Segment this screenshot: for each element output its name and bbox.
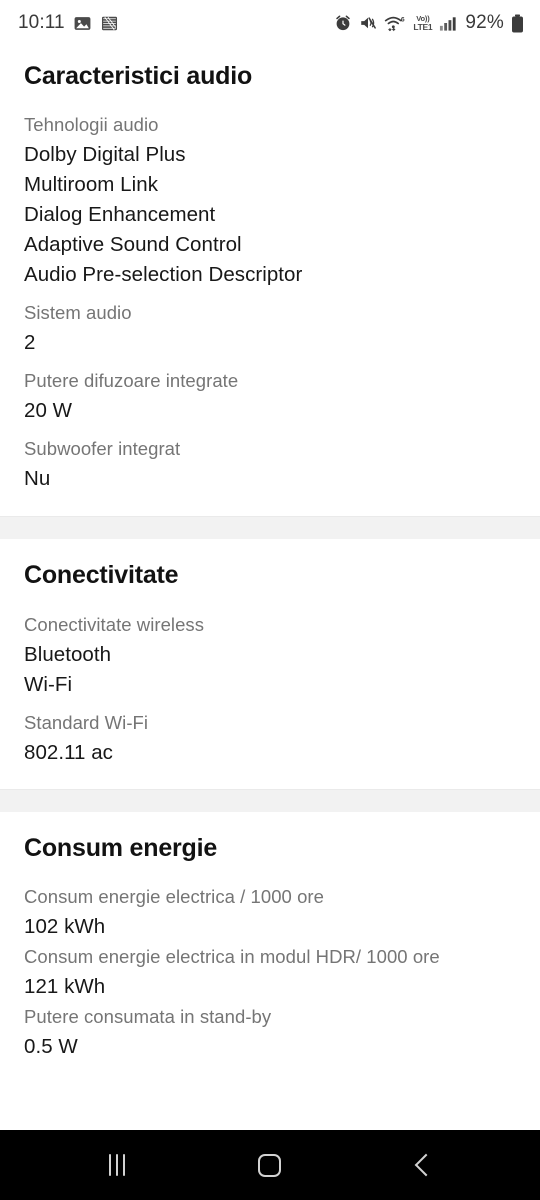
alarm-icon — [334, 14, 352, 32]
spec-value: 20 W — [24, 399, 73, 422]
spec-row: Standard Wi-Fi 802.11 ac — [24, 708, 516, 768]
section-divider — [0, 516, 540, 539]
spec-value: Bluetooth — [24, 643, 112, 666]
recents-icon — [108, 1154, 125, 1176]
spec-row: Tehnologii audio Dolby Digital Plus Mult… — [24, 110, 516, 290]
volte-bottom-text: LTE1 — [413, 21, 433, 32]
section-title: Caracteristici audio — [24, 62, 253, 90]
spec-label: Putere difuzoare integrate — [24, 370, 239, 391]
spec-value: Multiroom Link — [24, 173, 158, 196]
spec-value: Adaptive Sound Control — [24, 233, 242, 256]
spec-label: Putere consumata in stand-by — [24, 1006, 272, 1027]
spec-label: Sistem audio — [24, 302, 132, 323]
status-bar-right: 6 Vo)) LTE1 92% — [334, 12, 524, 34]
app-notification-icon — [100, 14, 119, 33]
spec-row: Sistem audio 2 — [24, 298, 516, 358]
spec-row: Conectivitate wireless Bluetooth Wi-Fi — [24, 610, 516, 700]
section-caracteristici-audio: Caracteristici audio Tehnologii audio Do… — [0, 46, 540, 516]
spec-value: Audio Pre-selection Descriptor — [24, 263, 303, 286]
home-button[interactable] — [230, 1130, 310, 1200]
android-navigation-bar — [0, 1130, 540, 1200]
spec-label: Conectivitate wireless — [24, 614, 205, 635]
spec-value: 802.11 ac — [24, 741, 113, 764]
spec-row: Consum energie electrica / 1000 ore 102 … — [24, 882, 516, 942]
battery-icon — [511, 14, 524, 33]
section-conectivitate: Conectivitate Conectivitate wireless Blu… — [0, 539, 540, 789]
section-title: Conectivitate — [24, 561, 179, 589]
spec-value: Wi-Fi — [24, 673, 73, 696]
photo-gallery-icon — [73, 14, 92, 33]
spec-sheet-content[interactable]: Caracteristici audio Tehnologii audio Do… — [0, 46, 540, 1130]
spec-label: Consum energie electrica in modul HDR/ 1… — [24, 946, 440, 967]
spec-list: Tehnologii audio Dolby Digital Plus Mult… — [0, 91, 540, 494]
home-icon — [258, 1153, 282, 1177]
wifi-6-icon: 6 — [384, 14, 406, 32]
spec-row: Putere consumata in stand-by 0.5 W — [24, 1002, 516, 1062]
clock-time: 10:11 — [18, 12, 65, 33]
sound-mute-vibrate-icon — [359, 14, 377, 32]
spec-value: Dolby Digital Plus — [24, 143, 186, 166]
spec-row: Consum energie electrica in modul HDR/ 1… — [24, 942, 516, 1002]
volte-icon: Vo)) LTE1 — [413, 15, 432, 31]
spec-value: 102 kWh — [24, 915, 106, 938]
section-divider — [0, 789, 540, 812]
recents-button[interactable] — [77, 1130, 157, 1200]
spec-value: 0.5 W — [24, 1035, 78, 1058]
spec-list: Consum energie electrica / 1000 ore 102 … — [0, 863, 540, 1062]
spec-label: Consum energie electrica / 1000 ore — [24, 886, 324, 907]
svg-text:6: 6 — [401, 16, 405, 23]
spec-value: Nu — [24, 467, 51, 490]
spec-label: Tehnologii audio — [24, 114, 159, 135]
back-button[interactable] — [383, 1130, 463, 1200]
section-title: Consum energie — [24, 834, 218, 862]
status-bar-left: 10:11 — [18, 12, 119, 34]
spec-value: 2 — [24, 331, 36, 354]
phone-screen: 10:11 6 Vo)) LTE1 92% Caracteristici aud… — [0, 0, 540, 1200]
cellular-signal-icon — [439, 14, 458, 32]
spec-label: Subwoofer integrat — [24, 438, 181, 459]
status-bar: 10:11 6 Vo)) LTE1 92% — [0, 0, 540, 46]
spec-list: Conectivitate wireless Bluetooth Wi-Fi S… — [0, 590, 540, 768]
spec-value: 121 kWh — [24, 975, 106, 998]
battery-percent-label: 92% — [465, 12, 504, 33]
spec-row: Putere difuzoare integrate 20 W — [24, 366, 516, 426]
back-chevron-icon — [414, 1153, 438, 1177]
spec-value: Dialog Enhancement — [24, 203, 216, 226]
spec-label: Standard Wi-Fi — [24, 712, 149, 733]
section-consum-energie: Consum energie Consum energie electrica … — [0, 812, 540, 1062]
spec-row: Subwoofer integrat Nu — [24, 434, 516, 494]
